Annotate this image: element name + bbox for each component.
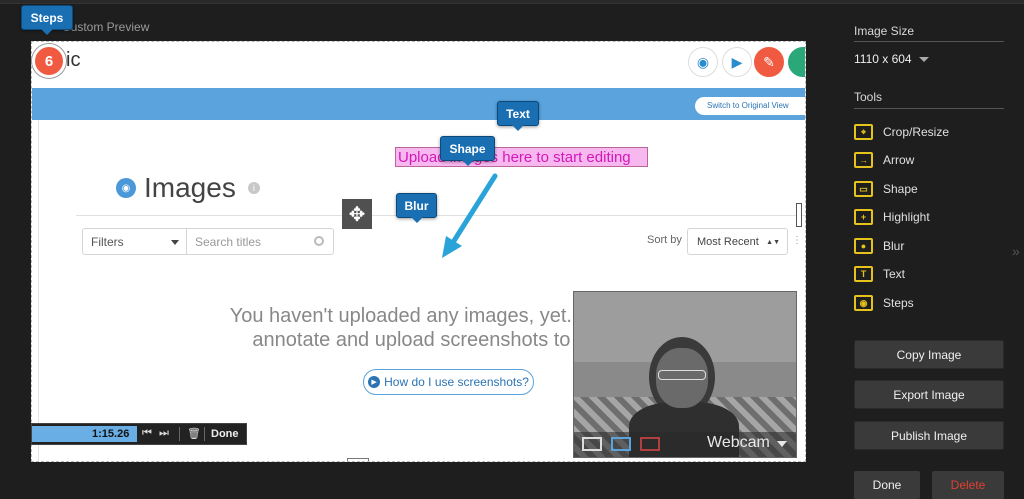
skip-forward-icon[interactable]: ⏭ [159,427,169,440]
move-icon[interactable]: ✥ [342,199,372,229]
separator [204,427,205,441]
video-icon: ▶ [722,47,752,77]
arrow-icon: → [854,152,873,168]
editor-window: Custom Preview ic ◉ ▶ ✎ Switch to Origin… [0,0,1024,499]
text-callout: Text [497,101,539,131]
tool-label: Blur [883,239,905,253]
captured-blue-banner [32,88,805,120]
webcam-glasses [658,370,706,380]
timer-done-button[interactable]: Done [211,428,239,440]
steps-icon: ◉ [854,295,873,311]
tool-label: Crop/Resize [883,125,950,139]
divider [854,108,1004,109]
timer-time: 1:15.26 [92,428,130,440]
skip-back-icon[interactable]: ⏮ [142,427,152,440]
app-logo-fragment: ic [66,49,81,71]
video-timer-bar: 1:15.26 ⏮ ⏭ 🗑 Done [31,423,247,445]
play-icon: ▶ [368,376,381,388]
chevron-down-icon[interactable] [777,441,787,447]
caret-down-icon [171,240,179,245]
webcam-corner-icon[interactable] [611,437,631,451]
image-size-value[interactable]: 1110 x 604 [854,52,912,66]
tools-title: Tools [854,90,883,104]
done-button[interactable]: Done [854,471,920,499]
preview-label: Custom Preview [62,20,150,34]
images-heading: ◉ Images i [116,172,260,204]
content-divider [38,120,39,461]
copy-image-button[interactable]: Copy Image [854,340,1004,369]
crop-icon: ⌖ [854,124,873,140]
chevron-down-icon[interactable] [919,57,929,62]
trash-icon[interactable]: 🗑 [187,427,201,440]
sort-caret-icon: ▲▼ [766,239,780,246]
camera-icon: ◉ [688,47,718,77]
avatar [788,47,805,77]
tool-label: Text [883,267,906,281]
webcam-fullsize-icon[interactable] [582,437,602,451]
captured-app-header: ic ◉ ▶ ✎ [32,42,805,88]
camera-icon: ◉ [116,178,136,198]
delete-button[interactable]: Delete [932,471,1004,499]
resize-handle-bottom[interactable] [347,458,369,461]
tool-label: Steps [883,296,914,310]
top-border [0,0,1024,4]
tool-highlight[interactable]: + Highlight [854,208,930,226]
search-placeholder: Search titles [195,235,262,249]
search-field: Search titles [186,228,334,255]
steps-callout: Steps [21,5,73,35]
collapse-panel-icon[interactable]: » [1012,243,1020,259]
step-number-badge[interactable]: 6 [32,44,66,78]
sort-value: Most Recent [697,236,759,248]
highlight-text-annotation[interactable]: Upload images here to start editing [395,147,648,167]
tool-label: Shape [883,182,918,196]
filters-dropdown: Filters [82,228,187,255]
publish-image-button[interactable]: Publish Image [854,421,1004,450]
shape-callout: Shape [440,136,495,166]
filters-label: Filters [91,235,124,249]
images-title-text: Images [144,172,236,203]
sort-by-label: Sort by [647,234,682,246]
webcam-overlay[interactable]: Webcam [573,291,797,458]
info-icon: i [247,182,260,194]
shape-icon: ▭ [854,181,873,197]
switch-original-view-button: Switch to Original View [695,97,805,115]
webcam-off-icon[interactable] [640,437,660,451]
tool-blur[interactable]: ● Blur [854,237,904,255]
divider [854,41,1004,42]
grid-view-icon: ⋮⋮ [792,235,805,246]
tool-label: Highlight [883,210,930,224]
export-image-button[interactable]: Export Image [854,380,1004,409]
howto-link-text: How do I use screenshots? [384,375,529,389]
tool-label: Arrow [883,153,915,167]
arrow-annotation[interactable] [438,170,502,262]
blur-icon: ● [854,238,873,254]
resize-handle-right[interactable] [796,203,802,227]
blur-callout: Blur [396,193,437,223]
sort-select: Most Recent ▲▼ [687,228,788,255]
separator [179,427,180,441]
text-icon: T [854,266,873,282]
tool-shape[interactable]: ▭ Shape [854,180,918,198]
highlight-icon: + [854,209,873,225]
tool-steps[interactable]: ◉ Steps [854,294,914,312]
tool-crop-resize[interactable]: ⌖ Crop/Resize [854,123,949,141]
search-icon [314,236,324,246]
image-size-title: Image Size [854,24,915,38]
edit-icon: ✎ [754,47,784,77]
tool-arrow[interactable]: → Arrow [854,151,914,169]
webcam-label[interactable]: Webcam [707,434,770,452]
howto-link: ▶ How do I use screenshots? [363,369,534,395]
tool-text[interactable]: T Text [854,265,905,283]
